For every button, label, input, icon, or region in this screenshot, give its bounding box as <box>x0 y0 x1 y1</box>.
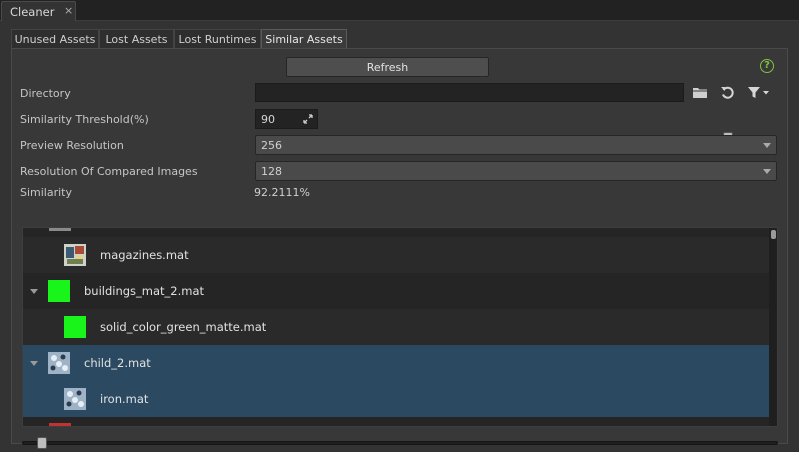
compared-resolution-select[interactable]: 128 <box>255 161 777 181</box>
thumbnail-size-slider-handle[interactable] <box>36 437 47 449</box>
directory-input[interactable] <box>255 83 684 102</box>
partial-thumbnail <box>49 423 71 426</box>
list-item-selected[interactable]: child_2.mat <box>23 345 769 381</box>
window-tab-title: Cleaner <box>10 5 55 19</box>
iron-texture-icon <box>48 352 70 374</box>
preview-resolution-select[interactable]: 256 <box>255 135 777 155</box>
tab-lost-runtimes[interactable]: Lost Runtimes <box>174 29 261 48</box>
scrollbar-thumb[interactable] <box>771 230 776 239</box>
expand-arrows-icon[interactable] <box>303 114 313 124</box>
tab-similar-assets[interactable]: Similar Assets <box>261 29 347 48</box>
list-scrollbar[interactable] <box>769 228 777 426</box>
list-item-selected[interactable]: iron.mat <box>23 381 769 417</box>
similar-assets-content: Refresh ? Directory Similarity Threshold… <box>11 48 788 449</box>
threshold-input[interactable]: 90 <box>255 109 318 129</box>
asset-name: solid_color_green_matte.mat <box>100 320 267 334</box>
list-item[interactable]: buildings_mat_2.mat <box>23 273 769 309</box>
close-icon[interactable]: × <box>64 4 73 17</box>
preview-resolution-value: 256 <box>261 139 282 152</box>
chevron-down-icon <box>763 143 771 148</box>
tab-lost-assets[interactable]: Lost Assets <box>99 29 174 48</box>
iron-texture-icon <box>64 388 86 410</box>
list-item[interactable]: magazines.mat <box>23 237 769 273</box>
magazine-thumbnail-icon <box>64 244 86 266</box>
asset-name: magazines.mat <box>100 248 189 262</box>
list-item[interactable]: solid_color_green_matte.mat <box>23 309 769 345</box>
expand-caret-icon[interactable] <box>30 289 38 294</box>
refresh-button[interactable]: Refresh <box>286 57 489 77</box>
partial-thumbnail <box>49 228 71 231</box>
directory-label: Directory <box>20 87 71 100</box>
similarity-label: Similarity <box>20 186 73 199</box>
threshold-value: 90 <box>261 113 275 126</box>
filter-icon[interactable] <box>747 86 771 100</box>
window-titlebar: Cleaner × <box>0 0 799 21</box>
tab-unused-assets[interactable]: Unused Assets <box>11 29 99 48</box>
asset-name: iron.mat <box>100 392 149 406</box>
green-swatch-icon <box>64 316 86 338</box>
reset-icon[interactable] <box>720 85 735 100</box>
window-tab-cleaner[interactable]: Cleaner × <box>1 1 76 21</box>
threshold-label: Similarity Threshold(%) <box>20 113 149 126</box>
compared-resolution-value: 128 <box>261 165 282 178</box>
expand-caret-icon[interactable] <box>30 361 38 366</box>
preview-resolution-label: Preview Resolution <box>20 139 124 152</box>
thumbnail-size-slider-track[interactable] <box>22 441 778 445</box>
green-swatch-icon <box>48 280 70 302</box>
similarity-value: 92.2111% <box>254 186 310 199</box>
asset-name: child_2.mat <box>84 356 151 370</box>
chevron-down-icon <box>763 169 771 174</box>
similar-assets-list[interactable]: magazines.mat buildings_mat_2.mat solid_… <box>22 227 778 427</box>
folder-icon[interactable] <box>692 85 709 100</box>
cleaner-panel: Unused Assets Lost Assets Lost Runtimes … <box>0 21 799 452</box>
asset-name: buildings_mat_2.mat <box>84 284 205 298</box>
help-icon[interactable]: ? <box>760 59 774 73</box>
compared-resolution-label: Resolution Of Compared Images <box>20 165 198 178</box>
